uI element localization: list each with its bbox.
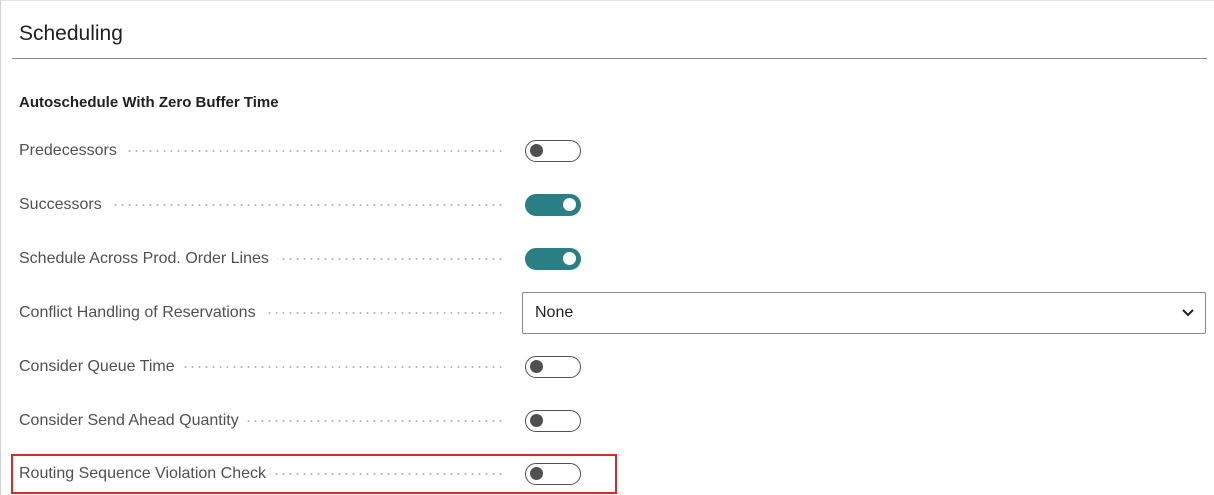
field-row-conflict-handling: Conflict Handling of Reservations None	[19, 292, 1209, 334]
toggle-knob	[563, 252, 576, 265]
field-row-predecessors: Predecessors	[19, 136, 1209, 166]
field-row-consider-send-ahead: Consider Send Ahead Quantity	[19, 406, 1209, 436]
field-row-consider-queue-time: Consider Queue Time	[19, 352, 1209, 382]
schedule-across-lines-toggle[interactable]	[525, 248, 581, 270]
toggle-knob	[530, 414, 543, 427]
group-title: Autoschedule With Zero Buffer Time	[19, 94, 279, 111]
field-row-schedule-across-lines: Schedule Across Prod. Order Lines	[19, 244, 1209, 274]
field-label-consider-send-ahead: Consider Send Ahead Quantity	[19, 412, 247, 430]
section-title: Scheduling	[19, 22, 123, 45]
field-label-consider-queue-time: Consider Queue Time	[19, 358, 183, 376]
field-label-successors: Successors	[19, 196, 110, 214]
toggle-knob	[530, 467, 543, 480]
toggle-knob	[530, 360, 543, 373]
field-label-routing-sequence-check: Routing Sequence Violation Check	[19, 465, 274, 483]
field-label-schedule-across-lines: Schedule Across Prod. Order Lines	[19, 250, 277, 268]
select-value: None	[535, 304, 574, 321]
routing-sequence-check-toggle[interactable]	[525, 463, 581, 485]
predecessors-toggle[interactable]	[525, 140, 581, 162]
toggle-knob	[530, 144, 543, 157]
consider-send-ahead-toggle[interactable]	[525, 410, 581, 432]
scheduling-panel: Scheduling Autoschedule With Zero Buffer…	[0, 0, 1214, 495]
consider-queue-time-toggle[interactable]	[525, 356, 581, 378]
field-row-routing-sequence-check: Routing Sequence Violation Check	[19, 459, 1209, 489]
field-row-successors: Successors	[19, 190, 1209, 220]
conflict-handling-select[interactable]: None	[522, 292, 1206, 334]
successors-toggle[interactable]	[525, 194, 581, 216]
field-label-conflict-handling: Conflict Handling of Reservations	[19, 304, 264, 322]
chevron-down-icon	[1182, 309, 1194, 317]
section-divider	[12, 58, 1207, 59]
field-label-predecessors: Predecessors	[19, 142, 125, 160]
toggle-knob	[563, 198, 576, 211]
